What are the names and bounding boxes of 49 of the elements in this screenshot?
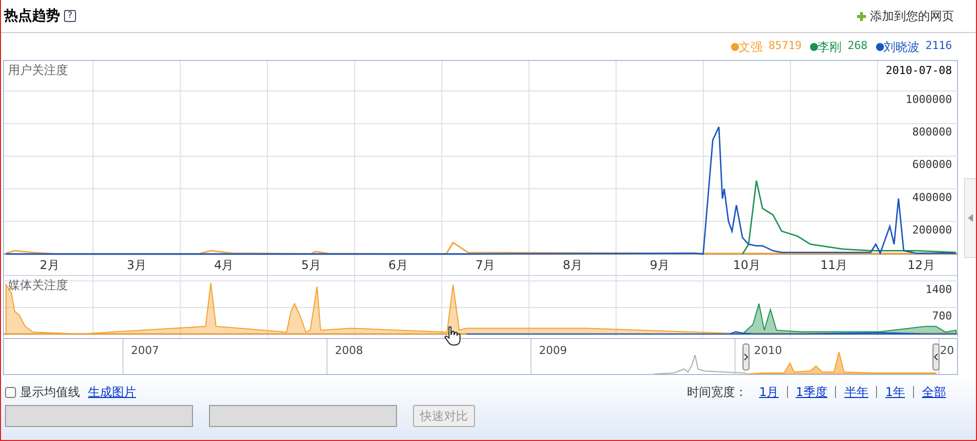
x-tick-label: 3月 (126, 258, 147, 272)
y-tick-label: 200000 (912, 223, 952, 236)
time-span-link[interactable]: 1年 (876, 386, 913, 398)
caret-icon (968, 214, 973, 222)
generate-image-link[interactable]: 生成图片 (88, 383, 136, 401)
x-tick-label: 8月 (562, 258, 582, 272)
legend-reading: 2116 (926, 38, 952, 54)
x-tick-label: 11月 (820, 258, 848, 272)
checkbox-label: 显示均值线 (20, 384, 80, 401)
year-label: 2009 (539, 344, 567, 357)
y-tick-label: 1400 (926, 282, 952, 296)
legend-reading: 85719 (768, 38, 802, 54)
x-tick-label: 7月 (476, 258, 496, 272)
time-span-link[interactable]: 1月 (751, 386, 787, 398)
x-tick-label: 4月 (214, 258, 234, 272)
add-to-page-link[interactable]: 添加到您的网页 (870, 7, 954, 25)
plus-icon (857, 12, 866, 20)
y-tick-label: 800000 (912, 126, 952, 139)
time-span-link[interactable]: 全部 (913, 386, 954, 398)
help-icon[interactable]: ? (64, 10, 76, 22)
legend-label: 李刚 (818, 38, 842, 56)
x-tick-label: 2月 (40, 258, 60, 272)
x-tick-label: 6月 (388, 258, 408, 272)
y-tick-label: 1000000 (906, 93, 952, 106)
x-tick-label: 5月 (301, 258, 321, 272)
time-span-link[interactable]: 半年 (835, 386, 876, 398)
x-tick-label: 10月 (733, 258, 760, 272)
time-span-label: 时间宽度： (687, 384, 748, 401)
y-tick-label: 400000 (912, 190, 952, 204)
y-tick-label: 700 (932, 309, 952, 322)
date-label: 2010-07-08 (886, 64, 952, 77)
range-handle[interactable] (932, 344, 940, 370)
year-label: 2008 (335, 344, 363, 357)
chart-title: 用户关注度 (8, 63, 68, 77)
panel-title: 热点趋势 (4, 6, 60, 26)
hand-cursor-icon (444, 326, 462, 346)
year-label: 2010 (754, 344, 782, 357)
x-tick-label: 9月 (650, 258, 670, 272)
legend-label: 刘晓波 (884, 38, 920, 56)
y-tick-label: 600000 (912, 158, 952, 172)
time-span-link[interactable]: 1季度 (786, 386, 836, 398)
range-handle[interactable] (742, 344, 750, 370)
legend-reading: 268 (848, 38, 868, 54)
chart-title: 媒体关注度 (8, 278, 68, 292)
average-line-checkbox[interactable] (5, 386, 16, 398)
year-label: 20 (940, 344, 954, 357)
year-label: 2007 (131, 344, 159, 357)
legend-label: 文强 (738, 38, 762, 56)
x-tick-label: 12月 (908, 258, 935, 272)
